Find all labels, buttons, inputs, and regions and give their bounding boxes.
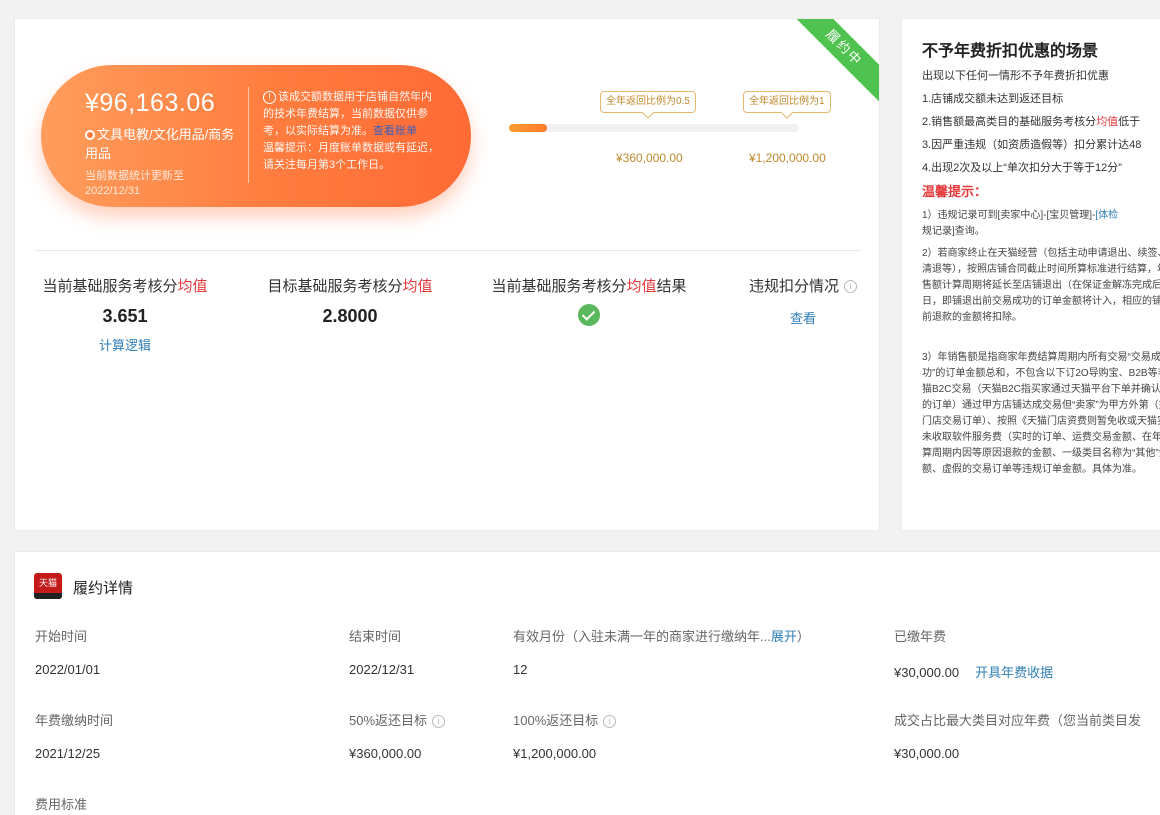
card-divider	[248, 87, 249, 183]
warm-tip-text: 温馨提示：月度账单数据或有延迟，请关注每月第3个工作日。	[263, 142, 439, 171]
contract-detail-panel: 天猫 履约详情 开始时间 2022/01/01 结束时间 2022/12/31 …	[14, 551, 1160, 815]
progress-track	[509, 124, 799, 132]
category-text: 文具电教/文化用品/商务用品	[85, 127, 235, 161]
update-time: 当前数据统计更新至2022/12/31	[85, 170, 184, 197]
marker-value-0.5: ¥360,000.00	[616, 151, 683, 165]
card-note: ! 该成交额数据用于店铺自然年内的技术年费结算，当前数据仅供参考，以实际结算为准。…	[263, 89, 439, 174]
valid-months-label: 有效月份（入驻未满一年的商家进行缴纳年...展开）	[513, 629, 810, 644]
marker-bubble-0.5: 全年返回比例为0.5	[600, 91, 696, 113]
contract-summary-panel: 履约中 ¥96,163.06 文具电教/文化用品/商务用品 当前数据统计更新至2…	[14, 18, 880, 531]
target-50-label: 50%返还目标 i	[349, 710, 446, 729]
category-label: 文具电教/文化用品/商务用品	[85, 125, 245, 163]
paid-fee-label: 已缴年费	[894, 629, 947, 644]
marker-bubble-1: 全年返回比例为1	[743, 91, 831, 113]
metric-value: 2.8000	[322, 306, 378, 326]
progress-fill	[509, 124, 547, 132]
expand-link[interactable]: 展开	[771, 629, 797, 644]
category-icon	[85, 130, 95, 140]
check-icon	[578, 304, 600, 326]
fee-pay-time-value: 2021/12/25	[35, 746, 101, 761]
intro-text: 出现以下任何一情形不予年费折扣优惠	[922, 70, 1109, 82]
start-time-value: 2022/01/01	[35, 662, 101, 677]
tip-paragraph-1: 1）违规记录可到[卖家中心]-[宝贝管理]-[体检 规记录]查询。	[922, 210, 1119, 237]
end-time-label: 结束时间	[349, 629, 402, 644]
end-time-value: 2022/12/31	[349, 662, 415, 677]
start-time-label: 开始时间	[35, 629, 88, 644]
valid-months-value: 12	[513, 662, 528, 677]
max-category-fee-value: ¥30,000.00	[894, 746, 960, 761]
tip-title: 温馨提示：	[922, 184, 988, 199]
metric-label: 当前基础服务考核分均值结果	[491, 278, 687, 295]
metric-label: 目标基础服务考核分均值	[267, 278, 433, 295]
info-icon: !	[263, 91, 276, 104]
info-icon[interactable]: i	[844, 280, 857, 293]
scenario-item-3: 3.因严重违规（如资质造假等）扣分累计达48	[922, 139, 1142, 151]
metric-current-score: 当前基础服务考核分均值 3.651 计算逻辑	[35, 275, 215, 354]
view-violation-link[interactable]: 查看	[743, 308, 863, 327]
sales-amount-card: ¥96,163.06 文具电教/文化用品/商务用品 当前数据统计更新至2022/…	[41, 65, 471, 207]
check-link[interactable]: [体检	[1095, 210, 1118, 221]
issue-receipt-link[interactable]: 开具年费收据	[975, 665, 1053, 680]
view-bill-link[interactable]: 查看账单	[373, 125, 417, 137]
fee-standard-label: 费用标准	[35, 797, 88, 812]
info-icon[interactable]: i	[432, 715, 446, 728]
tip-paragraph-2: 2）若商家终止在天猫经营（包括主动申请退出、续签、被清退等），按照店铺合同截止时…	[922, 248, 1160, 323]
tip-paragraph-3: 3）年销售额是指商家年费结算周期内所有交易“交易成功”的订单金额总和，不包含以下…	[922, 352, 1160, 475]
scenario-item-2: 2.销售额最高类目的基础服务考核分均值低于	[922, 116, 1141, 128]
fee-pay-time-label: 年费缴纳时间	[35, 713, 114, 728]
tmall-logo: 天猫	[34, 573, 62, 599]
target-50-value: ¥360,000.00	[349, 746, 422, 761]
target-100-value: ¥1,200,000.00	[513, 746, 597, 761]
section-title: 履约详情	[73, 580, 134, 597]
marker-value-1: ¥1,200,000.00	[749, 151, 826, 165]
panel-title: 不予年费折扣优惠的场景	[922, 43, 1099, 60]
metric-target-score: 目标基础服务考核分均值 2.8000	[260, 275, 440, 327]
no-discount-panel: 不予年费折扣优惠的场景 出现以下任何一情形不予年费折扣优惠 1.店铺成交额未达到…	[901, 18, 1160, 531]
max-category-fee-label: 成交占比最大类目对应年费（您当前类目发	[894, 713, 1142, 728]
section-divider	[35, 250, 861, 251]
paid-fee-value: ¥30,000.00 开具年费收据	[894, 665, 1054, 680]
metric-score-result: 当前基础服务考核分均值结果	[483, 275, 695, 331]
metric-value: 3.651	[102, 306, 148, 326]
sales-amount: ¥96,163.06	[85, 89, 216, 117]
metric-violation: 违规扣分情况 i 查看	[743, 275, 863, 327]
metric-label: 当前基础服务考核分均值	[42, 278, 208, 295]
info-icon[interactable]: i	[603, 715, 617, 728]
metric-label: 违规扣分情况 i	[743, 275, 863, 296]
scenario-item-4: 4.出现2次及以上“单次扣分大于等于12分”	[922, 162, 1122, 174]
target-100-label: 100%返还目标 i	[513, 710, 617, 729]
calc-logic-link[interactable]: 计算逻辑	[35, 335, 215, 354]
scenario-item-1: 1.店铺成交额未达到返还目标	[922, 93, 1064, 105]
